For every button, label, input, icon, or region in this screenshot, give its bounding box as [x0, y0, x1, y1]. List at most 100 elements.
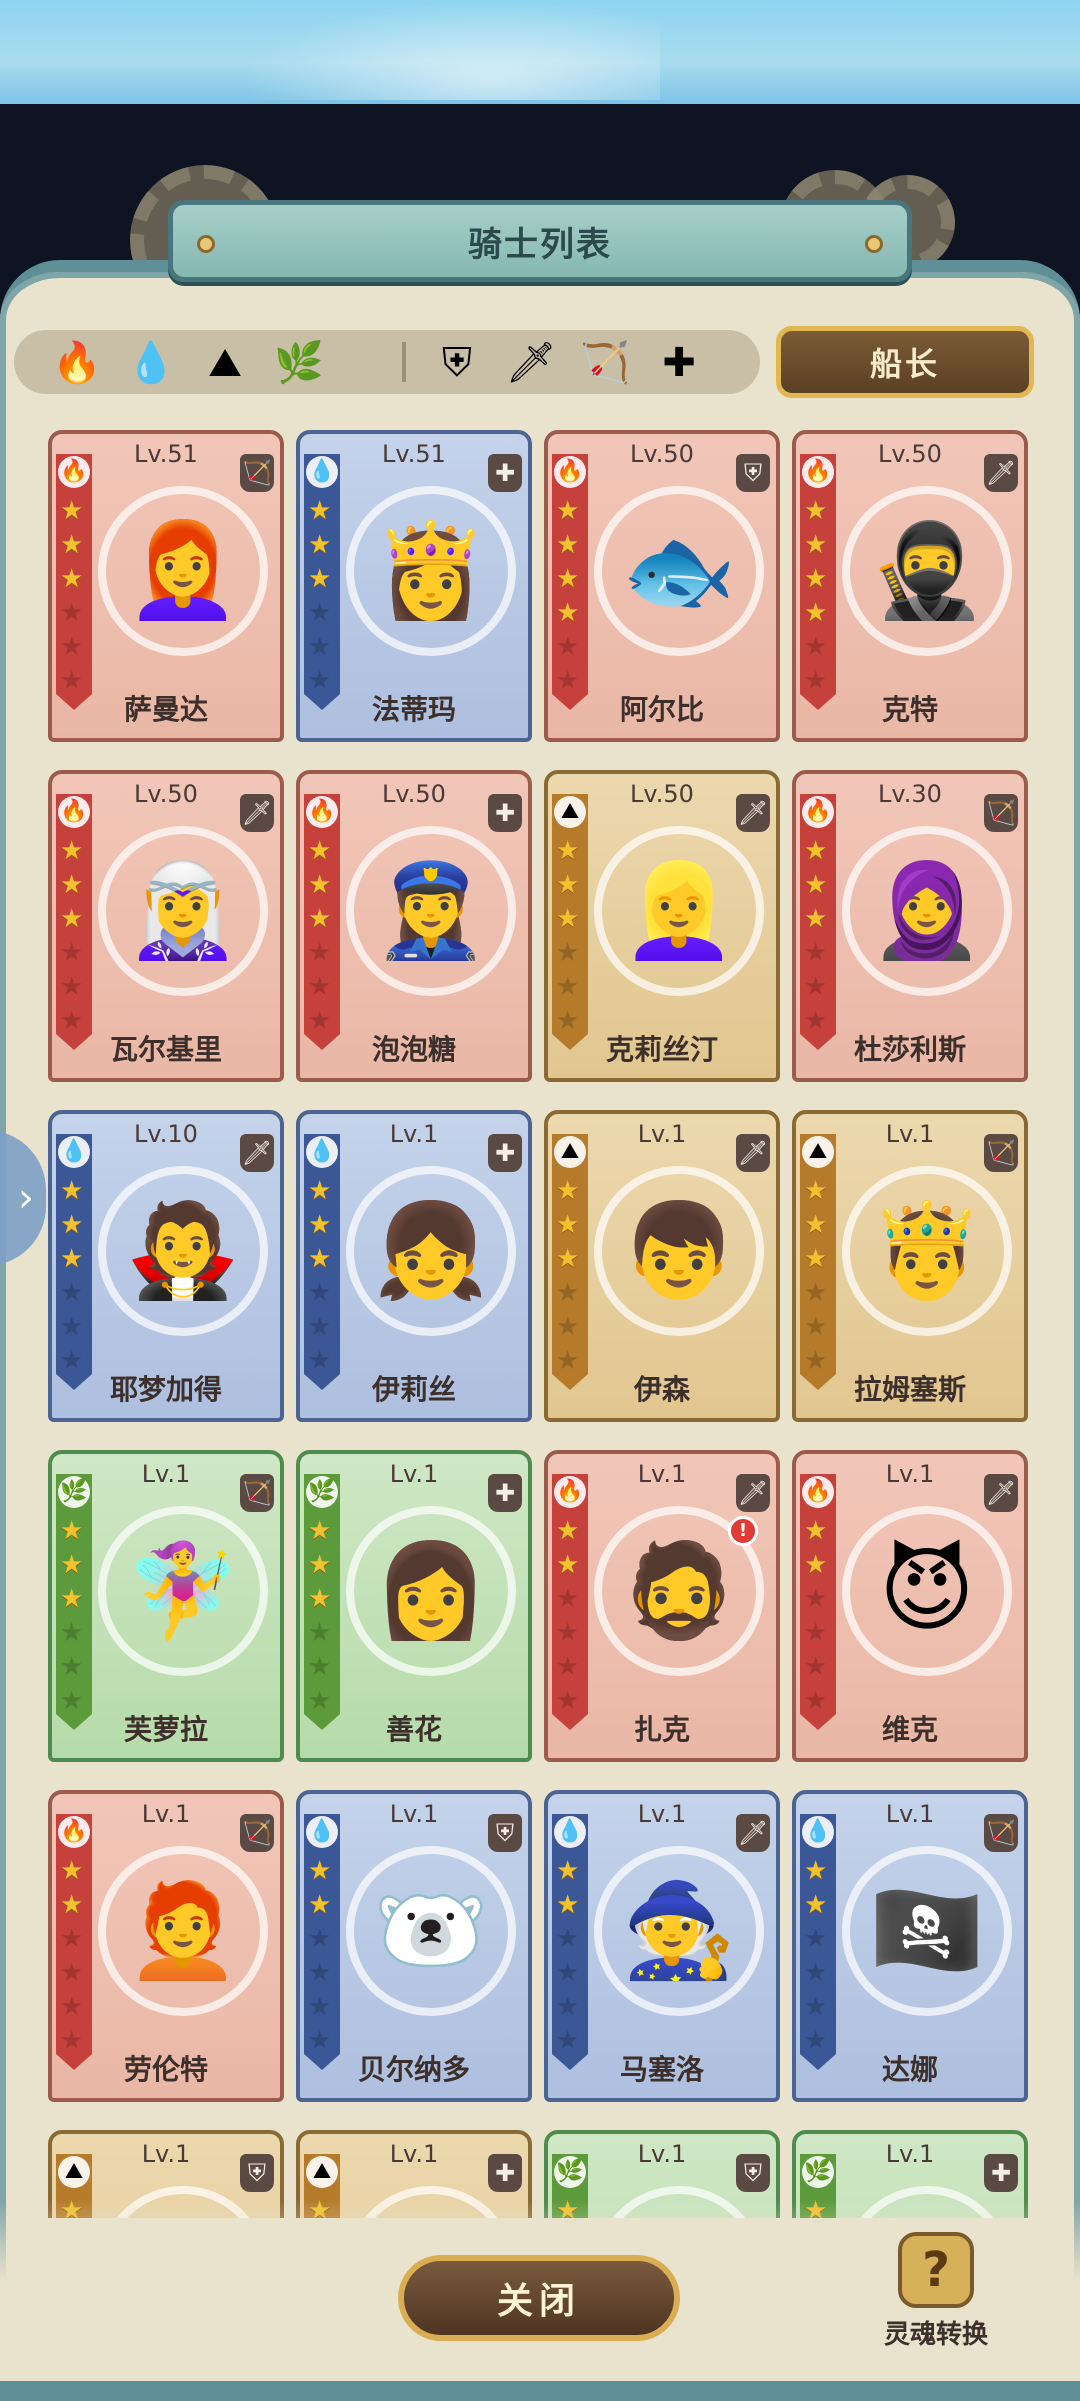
- knight-card[interactable]: 🔥 ★ ★ ★ ★ ★ ★ Lv.1 🗡 😈 维克: [792, 1450, 1028, 1762]
- knight-portrait: 🤴: [842, 1166, 1012, 1336]
- star-rating: ★★★★★★: [556, 496, 584, 696]
- knight-portrait: 👸: [346, 486, 516, 656]
- knight-name: 达娜: [881, 2053, 938, 2086]
- star-icon: ★: [60, 1618, 84, 1648]
- star-icon: ★: [308, 1278, 332, 1308]
- knight-name: 克莉丝汀: [605, 1033, 718, 1066]
- star-icon: ★: [804, 1550, 828, 1580]
- star-icon: ★: [308, 1516, 332, 1546]
- star-icon: ★: [804, 1890, 828, 1920]
- page-title: 骑士列表: [468, 224, 612, 265]
- class-icon: ⛨: [736, 454, 770, 492]
- knight-name: 萨曼达: [123, 693, 208, 726]
- knight-name: 伊森: [633, 1373, 690, 1406]
- star-icon: ★: [804, 1278, 828, 1308]
- knight-portrait: 👦: [594, 1166, 764, 1336]
- soul-convert-button[interactable]: ? 灵魂转换: [866, 2232, 1006, 2362]
- star-icon: ★: [308, 1312, 332, 1342]
- knight-portrait: 🧚‍♀️: [98, 1506, 268, 1676]
- star-icon: ★: [308, 1244, 332, 1274]
- knight-card[interactable]: 💧 ★ ★ ★ ★ ★ ★ Lv.1 ✚ 👧 伊莉丝: [296, 1110, 532, 1422]
- star-icon: ★: [804, 496, 828, 526]
- knight-name: 耶梦加得: [109, 1373, 222, 1406]
- star-icon: ★: [60, 598, 84, 628]
- earth-element-filter-icon[interactable]: ⛰: [202, 340, 248, 386]
- star-rating: ★★★★★★: [556, 1856, 584, 2056]
- star-icon: ★: [308, 1924, 332, 1954]
- knight-card[interactable]: 🔥 ★ ★ ★ ★ ★ ★ Lv.1 🏹 🧑‍🦰 劳伦特: [48, 1790, 284, 2102]
- star-icon: ★: [60, 1176, 84, 1206]
- star-icon: ★: [60, 1516, 84, 1546]
- water-element-filter-icon[interactable]: 💧: [126, 340, 176, 386]
- star-icon: ★: [556, 972, 580, 1002]
- close-button[interactable]: 关闭: [398, 2255, 680, 2341]
- star-rating: ★★★★★★: [60, 1176, 88, 1376]
- fire-element-filter-icon[interactable]: 🔥: [52, 340, 102, 386]
- knight-name: 瓦尔基里: [109, 1033, 222, 1066]
- knight-card[interactable]: ⛰ ★ ★ ★ ★ ★ ★ Lv.1 🗡 👦 伊森: [544, 1110, 780, 1422]
- star-icon: ★: [556, 564, 580, 594]
- notification-badge-icon: !: [728, 1516, 758, 1546]
- knight-card[interactable]: 🔥 ★ ★ ★ ★ ★ ★ Lv.30 🏹 🧕 杜莎利斯: [792, 770, 1028, 1082]
- star-rating: ★★★★★★: [308, 1176, 336, 1376]
- star-icon: ★: [804, 1312, 828, 1342]
- star-rating: ★★★★★★: [308, 1856, 336, 2056]
- knight-portrait: 🧕: [842, 826, 1012, 996]
- star-icon: ★: [60, 1312, 84, 1342]
- star-icon: ★: [556, 1584, 580, 1614]
- knight-name: 伊莉丝: [371, 1373, 456, 1406]
- knight-name: 芙萝拉: [123, 1713, 208, 1746]
- class-icon: 🏹: [240, 1474, 274, 1512]
- star-icon: ★: [308, 972, 332, 1002]
- class-icon: ⛨: [736, 2154, 770, 2192]
- knight-card[interactable]: 🔥 ★ ★ ★ ★ ★ ★ Lv.1 🗡 🧔! 扎克: [544, 1450, 780, 1762]
- bow-class-filter-icon[interactable]: 🏹: [580, 340, 630, 386]
- star-icon: ★: [60, 1584, 84, 1614]
- class-icon: 🗡: [240, 794, 274, 832]
- star-icon: ★: [308, 530, 332, 560]
- knight-card[interactable]: 🌿 ★ ★ ★ ★ ★ ★ Lv.1 ✚ 👩 善花: [296, 1450, 532, 1762]
- star-icon: ★: [60, 1992, 84, 2022]
- knight-card[interactable]: 💧 ★ ★ ★ ★ ★ ★ Lv.1 🏹 🏴‍☠️ 达娜: [792, 1790, 1028, 2102]
- star-icon: ★: [60, 1856, 84, 1886]
- rivet-icon: [197, 235, 215, 253]
- knight-card[interactable]: 💧 ★ ★ ★ ★ ★ ★ Lv.10 🗡 🧛 耶梦加得: [48, 1110, 284, 1422]
- sword-class-filter-icon[interactable]: 🗡: [506, 340, 557, 386]
- star-icon: ★: [804, 1244, 828, 1274]
- star-icon: ★: [556, 1924, 580, 1954]
- star-icon: ★: [556, 938, 580, 968]
- star-icon: ★: [804, 1176, 828, 1206]
- class-icon: 🏹: [984, 1814, 1018, 1852]
- star-rating: ★★★★★★: [556, 1176, 584, 1376]
- knight-portrait: 🧛: [98, 1166, 268, 1336]
- star-icon: ★: [556, 1992, 580, 2022]
- knight-card[interactable]: 🌿 ★ ★ ★ ★ ★ ★ Lv.1 🏹 🧚‍♀️ 芙萝拉: [48, 1450, 284, 1762]
- knight-card[interactable]: 💧 ★ ★ ★ ★ ★ ★ Lv.1 🗡 🧙 马塞洛: [544, 1790, 780, 2102]
- knight-card[interactable]: 🔥 ★ ★ ★ ★ ★ ★ Lv.50 ✚ 👮‍♀️ 泡泡糖: [296, 770, 532, 1082]
- knight-portrait: 👩: [346, 1506, 516, 1676]
- knight-name: 克特: [881, 693, 938, 726]
- knight-portrait: 🧑‍🦰: [98, 1846, 268, 2016]
- wind-element-filter-icon[interactable]: 🌿: [274, 340, 324, 386]
- knight-card[interactable]: ⛰ ★ ★ ★ ★ ★ ★ Lv.50 🗡 👱‍♀️ 克莉丝汀: [544, 770, 780, 1082]
- star-icon: ★: [556, 496, 580, 526]
- star-icon: ★: [804, 1516, 828, 1546]
- knight-card[interactable]: 💧 ★ ★ ★ ★ ★ ★ Lv.51 ✚ 👸 法蒂玛: [296, 430, 532, 742]
- star-icon: ★: [556, 1652, 580, 1682]
- knight-card[interactable]: ⛰ ★ ★ ★ ★ ★ ★ Lv.1 🏹 🤴 拉姆塞斯: [792, 1110, 1028, 1422]
- knight-card[interactable]: 🔥 ★ ★ ★ ★ ★ ★ Lv.50 🗡 🧝‍♀️ 瓦尔基里: [48, 770, 284, 1082]
- class-icon: ⛨: [488, 1814, 522, 1852]
- knight-card[interactable]: 🔥 ★ ★ ★ ★ ★ ★ Lv.50 🗡 🥷 克特: [792, 430, 1028, 742]
- class-icon: 🗡: [240, 1134, 274, 1172]
- knight-card[interactable]: 🔥 ★ ★ ★ ★ ★ ★ Lv.50 ⛨ 🐟 阿尔比: [544, 430, 780, 742]
- knight-card[interactable]: 🔥 ★ ★ ★ ★ ★ ★ Lv.51 🏹 👩‍🦰 萨曼达: [48, 430, 284, 742]
- healer-class-filter-icon[interactable]: ✚: [656, 340, 702, 386]
- shield-class-filter-icon[interactable]: ⛨: [434, 340, 480, 386]
- knight-name: 贝尔纳多: [357, 2053, 470, 2086]
- knight-card[interactable]: 💧 ★ ★ ★ ★ ★ ★ Lv.1 ⛨ 🐻‍❄️ 贝尔纳多: [296, 1790, 532, 2102]
- knight-portrait: 😈: [842, 1506, 1012, 1676]
- captain-button[interactable]: 船长: [776, 326, 1034, 398]
- star-icon: ★: [60, 530, 84, 560]
- knight-portrait: 👮‍♀️: [346, 826, 516, 996]
- star-icon: ★: [308, 1550, 332, 1580]
